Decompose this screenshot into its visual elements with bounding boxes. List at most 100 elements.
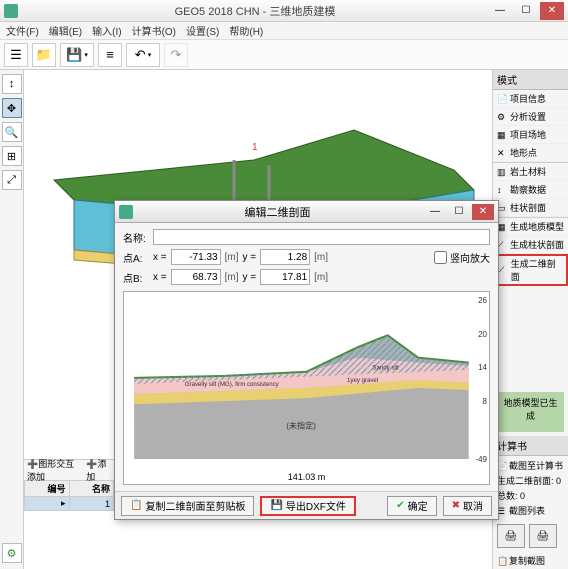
- mode-icon: ↕: [497, 185, 507, 195]
- print-tools: 🖨 🖨: [493, 520, 568, 552]
- menu-edit[interactable]: 编辑(E): [49, 23, 82, 38]
- ptA-x-input[interactable]: [171, 249, 221, 265]
- table-row: ▸1: [25, 497, 114, 511]
- mode-label: 生成二维剖面: [511, 257, 563, 283]
- dialog-title: 编辑二维剖面: [133, 204, 422, 220]
- zoom-tool[interactable]: 🔍: [2, 122, 22, 142]
- model-status: 地质模型已生成: [497, 392, 564, 432]
- dialog-titlebar: 编辑二维剖面 — ☐ ✕: [115, 201, 498, 223]
- ptB-label: 点B:: [123, 270, 149, 285]
- mode-item-3[interactable]: ✕地形点: [493, 144, 568, 162]
- copy-clipboard-button[interactable]: 📋复制二维剖面至剪贴板: [121, 496, 254, 516]
- mode-item-7[interactable]: ▦生成地质模型: [493, 218, 568, 236]
- calc-screenshot[interactable]: 截图至计算书: [509, 461, 563, 471]
- printer2-button[interactable]: 🖨: [529, 524, 557, 548]
- mode-label: 项目场地: [510, 128, 546, 141]
- mode-label: 项目信息: [510, 92, 546, 105]
- ptB-x-input[interactable]: [171, 269, 221, 285]
- mode-header: 模式: [493, 70, 568, 90]
- axes-tool[interactable]: ⤢: [2, 170, 22, 190]
- main-toolbar: ☰ 📁 💾 ≡ ↶ ↷: [0, 40, 568, 70]
- new-button[interactable]: ☰: [4, 43, 28, 67]
- name-input[interactable]: [153, 229, 490, 245]
- mode-label: 分析设置: [510, 110, 546, 123]
- window-title: GEO5 2018 CHN - 三维地质建模: [24, 3, 486, 19]
- menu-input[interactable]: 输入(I): [92, 23, 121, 38]
- profile-chart: Gravelly silt (MG), firm consistency San…: [123, 291, 490, 485]
- y-scale: 26 20 14 8 -49: [469, 296, 487, 464]
- svg-text:1: 1: [252, 142, 258, 153]
- close-button[interactable]: ✕: [540, 2, 564, 20]
- ptB-y-input[interactable]: [260, 269, 310, 285]
- app-icon: [4, 4, 18, 18]
- menu-bar: 文件(F) 编辑(E) 输入(I) 计算书(O) 设置(S) 帮助(H): [0, 22, 568, 40]
- calc-list[interactable]: 截图列表: [509, 506, 545, 516]
- mode-item-0[interactable]: 📄项目信息: [493, 90, 568, 108]
- name-label: 名称:: [123, 230, 149, 245]
- ok-button[interactable]: ✔确定: [387, 496, 436, 516]
- mode-item-2[interactable]: ▦项目场地: [493, 126, 568, 144]
- main-area: ↕ ✥ 🔍 ⊞ ⤢ ◻ ◧ 1 Z Y X 模式 📄项目信息⚙分析设置▦项目场地…: [0, 70, 568, 569]
- dialog-close[interactable]: ✕: [472, 204, 494, 220]
- svg-text:Gravelly silt (MG), firm consi: Gravelly silt (MG), firm consistency: [185, 381, 280, 388]
- save-button[interactable]: 💾: [60, 43, 94, 67]
- mode-item-9[interactable]: ⟋生成二维剖面: [493, 254, 568, 286]
- ptA-y-input[interactable]: [260, 249, 310, 265]
- edit-2d-section-dialog: 编辑二维剖面 — ☐ ✕ 名称: 点A: x = [m] y = [m] 竖向放…: [114, 200, 499, 520]
- mode-label: 柱状剖面: [510, 201, 546, 214]
- bottom-grid: ➕图形交互添加 ➕添加 编号名称 ▸1: [24, 459, 114, 569]
- settings-gear[interactable]: ⚙: [2, 543, 22, 563]
- cancel-button[interactable]: ✖取消: [443, 496, 492, 516]
- svg-text:Sandy silt: Sandy silt: [372, 365, 399, 372]
- x-scale-label: 141.03 m: [124, 472, 489, 482]
- mode-icon: ⟋: [498, 265, 508, 275]
- minimize-button[interactable]: —: [488, 2, 512, 20]
- pan-tool[interactable]: ↕: [2, 74, 22, 94]
- undo-button[interactable]: ↶: [126, 43, 160, 67]
- mode-icon: ▥: [497, 167, 507, 177]
- redo-button[interactable]: ↷: [164, 43, 188, 67]
- mode-icon: ⚙: [497, 112, 507, 122]
- dialog-footer: 📋复制二维剖面至剪贴板 💾导出DXF文件 ✔确定 ✖取消: [115, 491, 498, 519]
- mode-label: 生成柱状剖面: [510, 238, 564, 251]
- mode-item-6[interactable]: ▭柱状剖面: [493, 199, 568, 217]
- mode-icon: 📄: [497, 94, 507, 104]
- mode-label: 生成地质模型: [510, 220, 564, 233]
- menu-file[interactable]: 文件(F): [6, 23, 39, 38]
- mode-label: 地形点: [510, 146, 537, 159]
- menu-settings[interactable]: 设置(S): [186, 23, 219, 38]
- maximize-button[interactable]: ☐: [514, 2, 538, 20]
- menu-help[interactable]: 帮助(H): [229, 23, 263, 38]
- mode-icon: ✕: [497, 148, 507, 158]
- fit-tool[interactable]: ⊞: [2, 146, 22, 166]
- mode-item-8[interactable]: ⟋生成柱状剖面: [493, 236, 568, 254]
- mode-item-4[interactable]: ▥岩土材料: [493, 163, 568, 181]
- export-dxf-button[interactable]: 💾导出DXF文件: [260, 496, 355, 516]
- mode-icon: ▦: [497, 130, 507, 140]
- open-button[interactable]: 📁: [32, 43, 56, 67]
- invert-checkbox[interactable]: [434, 251, 447, 264]
- orbit-tool[interactable]: ✥: [2, 98, 22, 118]
- calc-header: 计算书: [493, 436, 568, 456]
- right-panel: 模式 📄项目信息⚙分析设置▦项目场地✕地形点▥岩土材料↕勘察数据▭柱状剖面▦生成…: [492, 70, 568, 569]
- mode-label: 勘察数据: [510, 183, 546, 196]
- section-table[interactable]: 编号名称 ▸1: [24, 480, 114, 511]
- mode-item-1[interactable]: ⚙分析设置: [493, 108, 568, 126]
- window-titlebar: GEO5 2018 CHN - 三维地质建模 — ☐ ✕: [0, 0, 568, 22]
- print-button[interactable]: ≡: [98, 43, 122, 67]
- graphic-add[interactable]: ➕图形交互添加: [27, 457, 82, 483]
- ptA-label: 点A:: [123, 250, 149, 265]
- mode-item-5[interactable]: ↕勘察数据: [493, 181, 568, 199]
- svg-text:(未指定): (未指定): [286, 421, 316, 431]
- calc-section: 📄截图至计算书 生成二维剖面: 0 总数: 0 ☰截图列表: [493, 456, 568, 520]
- svg-text:1yey gravel: 1yey gravel: [347, 377, 378, 384]
- mode-label: 岩土材料: [510, 165, 546, 178]
- dialog-app-icon: [119, 205, 133, 219]
- gear-column: ⚙: [0, 439, 24, 569]
- printer1-button[interactable]: 🖨: [497, 524, 525, 548]
- copy-screenshot[interactable]: 复制截图: [509, 556, 545, 566]
- text-add[interactable]: ➕添加: [86, 457, 111, 483]
- menu-report[interactable]: 计算书(O): [132, 23, 176, 38]
- dialog-maximize[interactable]: ☐: [448, 204, 470, 220]
- dialog-minimize[interactable]: —: [424, 204, 446, 220]
